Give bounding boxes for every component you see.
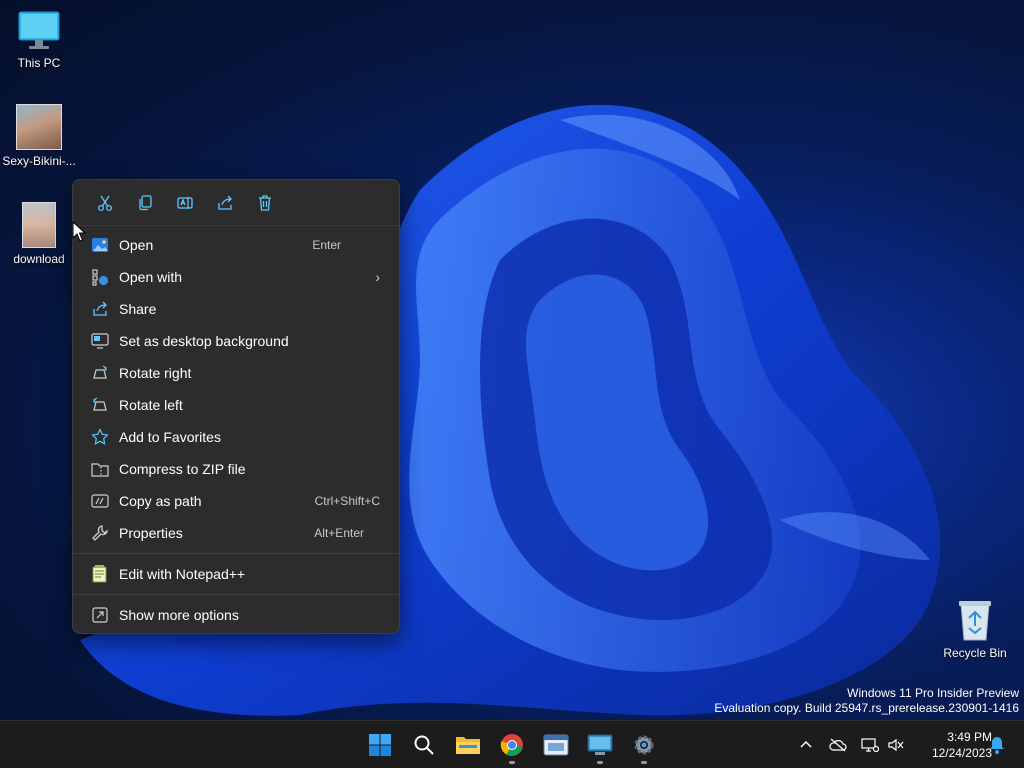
gear-icon (634, 735, 654, 755)
chevron-right-icon: › (375, 269, 380, 285)
recycle-bin-icon (955, 598, 995, 642)
running-indicator (509, 761, 515, 764)
desktop-icon-recycle-bin[interactable]: Recycle Bin (936, 598, 1014, 660)
menu-item-edit-notepadpp[interactable]: Edit with Notepad++ (77, 558, 395, 590)
rename-icon (177, 196, 193, 209)
context-menu-toolbar (73, 180, 399, 226)
running-indicator (641, 761, 647, 764)
evaluation-watermark: Windows 11 Pro Insider Preview Evaluatio… (714, 686, 1019, 716)
menu-item-properties[interactable]: Properties Alt+Enter (77, 517, 395, 549)
show-more-icon (91, 606, 109, 624)
onedrive-tray-button[interactable] (826, 721, 850, 768)
star-icon (91, 428, 109, 446)
watermark-line-1: Windows 11 Pro Insider Preview (847, 686, 1019, 700)
notepadpp-icon (91, 565, 109, 583)
image-thumbnail-icon (16, 104, 62, 150)
desktop-icon-image-file[interactable]: Sexy-Bikini-... (0, 104, 78, 168)
chevron-up-icon (800, 740, 812, 748)
context-menu-items: Open Enter Open with › Share Set as desk… (73, 226, 399, 631)
share-icon (218, 195, 232, 210)
bell-icon (990, 737, 1004, 754)
mouse-cursor-icon (72, 221, 86, 242)
start-button[interactable] (360, 725, 400, 765)
file-manager-icon (543, 734, 569, 756)
notifications-button[interactable] (986, 721, 1008, 768)
rotate-right-icon (91, 364, 109, 382)
folder-icon (456, 737, 480, 754)
clock-date: 12/24/2023 (931, 746, 992, 760)
system-clock[interactable]: 3:49 PM 12/24/2023 (912, 729, 992, 761)
monitor-icon (17, 10, 61, 52)
desktop-icon-label: Recycle Bin (943, 646, 1007, 660)
clock-time: 3:49 PM (947, 730, 992, 744)
desktop-icon-label: Sexy-Bikini-... (2, 154, 76, 168)
volume-tray-button[interactable] (884, 721, 908, 768)
context-menu: Open Enter Open with › Share Set as desk… (72, 179, 400, 634)
menu-item-compress-zip[interactable]: Compress to ZIP file (77, 453, 395, 485)
cut-icon (97, 195, 113, 211)
rename-button[interactable] (165, 186, 205, 220)
menu-item-share[interactable]: Share (77, 293, 395, 325)
watermark-line-2: Evaluation copy. Build 25947.rs_prerelea… (714, 701, 1019, 715)
search-icon (414, 735, 434, 755)
menu-separator (73, 553, 399, 554)
windows-logo-icon (369, 734, 391, 756)
menu-item-open[interactable]: Open Enter (77, 229, 395, 261)
desktop-icon-this-pc[interactable]: This PC (0, 10, 78, 70)
search-button[interactable] (404, 725, 444, 765)
menu-separator (73, 594, 399, 595)
settings-app[interactable] (624, 725, 664, 765)
menu-item-rotate-left[interactable]: Rotate left (77, 389, 395, 421)
desktop-icon-label: This PC (17, 56, 61, 70)
remote-app[interactable] (580, 725, 620, 765)
speaker-muted-icon (888, 738, 904, 752)
share-button[interactable] (205, 186, 245, 220)
zip-folder-icon (91, 460, 109, 478)
copy-button[interactable] (125, 186, 165, 220)
wrench-icon (91, 524, 109, 542)
share-icon (91, 300, 109, 318)
copy-icon (139, 194, 152, 210)
desktop-icon-download[interactable]: download (0, 202, 78, 266)
file-manager-app[interactable] (536, 725, 576, 765)
menu-item-open-with[interactable]: Open with › (77, 261, 395, 293)
chrome-icon (500, 734, 523, 756)
taskbar: 3:49 PM 12/24/2023 (0, 720, 1024, 768)
network-tray-button[interactable] (858, 721, 882, 768)
file-explorer-app[interactable] (448, 725, 488, 765)
menu-item-add-to-favorites[interactable]: Add to Favorites (77, 421, 395, 453)
cloud-offline-icon (829, 738, 847, 752)
image-thumbnail-icon (22, 202, 56, 248)
copy-path-icon (91, 492, 109, 510)
cut-button[interactable] (85, 186, 125, 220)
desktop-background-icon (91, 332, 109, 350)
chrome-app[interactable] (492, 725, 532, 765)
rotate-left-icon (91, 396, 109, 414)
menu-item-rotate-right[interactable]: Rotate right (77, 357, 395, 389)
menu-item-set-desktop-background[interactable]: Set as desktop background (77, 325, 395, 357)
show-hidden-icons-button[interactable] (794, 721, 818, 768)
delete-icon (259, 194, 271, 211)
open-with-icon (91, 268, 109, 286)
desktop-icon-label: download (13, 252, 65, 266)
menu-item-show-more-options[interactable]: Show more options (77, 599, 395, 631)
menu-item-copy-as-path[interactable]: Copy as path Ctrl+Shift+C (77, 485, 395, 517)
running-indicator (597, 761, 603, 764)
delete-button[interactable] (245, 186, 285, 220)
open-image-icon (91, 236, 109, 254)
remote-desktop-icon (587, 734, 613, 755)
network-icon (861, 738, 879, 753)
